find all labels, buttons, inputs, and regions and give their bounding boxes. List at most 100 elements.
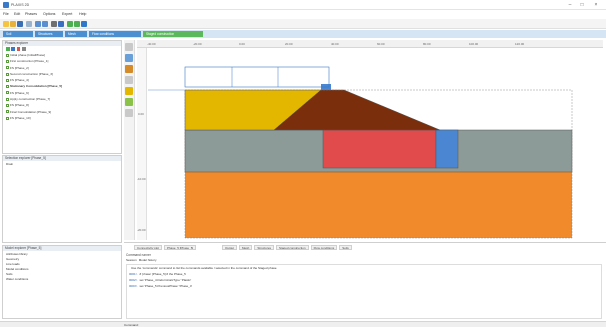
status-text: Command: bbox=[124, 323, 139, 327]
ruler-x-tick: 60.00 bbox=[377, 42, 385, 46]
redo-icon[interactable] bbox=[42, 21, 48, 27]
command-text: set 'Phase_4.DeformCalcType' 'Plastic' bbox=[139, 278, 192, 282]
phase-row[interactable]: FS [Phase_10] bbox=[6, 115, 121, 121]
minimize-button[interactable]: – bbox=[566, 2, 574, 8]
phase-status-icon bbox=[6, 85, 9, 89]
ruler-x-tick: 20.00 bbox=[285, 42, 293, 46]
tab-structures[interactable]: Structures bbox=[35, 31, 63, 37]
phase-status-icon bbox=[6, 59, 9, 63]
model-canvas[interactable] bbox=[148, 48, 603, 240]
select-icon[interactable] bbox=[51, 21, 57, 27]
command-prompt: 0002> bbox=[129, 278, 138, 282]
tool-flow-conditions[interactable]: Flow conditions bbox=[310, 245, 338, 250]
calculate-icon[interactable] bbox=[67, 21, 73, 27]
tab-mesh[interactable]: Mesh bbox=[65, 31, 87, 37]
mode-tabs: Soil Structures Mesh Flow conditions Sta… bbox=[0, 30, 606, 38]
close-button[interactable]: × bbox=[592, 2, 600, 8]
menu-options[interactable]: Options bbox=[43, 12, 55, 16]
soil-soft-zone[interactable] bbox=[322, 129, 437, 169]
save-project-icon[interactable] bbox=[17, 21, 23, 27]
phase-label: Apply construction [Phase_7] bbox=[10, 97, 51, 102]
add-phase-icon[interactable] bbox=[6, 47, 10, 51]
tool-output[interactable]: Output bbox=[222, 245, 238, 250]
ruler-x-tick: 100.00 bbox=[469, 42, 479, 46]
view-tool-icon[interactable] bbox=[125, 54, 133, 62]
phase-status-icon bbox=[6, 104, 9, 108]
command-prompt: 0001> bbox=[129, 272, 138, 276]
line-tool-icon[interactable] bbox=[125, 76, 133, 84]
selection-tool-icon[interactable] bbox=[125, 43, 133, 51]
phase-status-icon bbox=[6, 66, 9, 70]
menu-phases[interactable]: Phases bbox=[25, 12, 37, 16]
model-tree: Attributes library Geometry Line loads Mode… bbox=[3, 251, 121, 283]
tool-structures[interactable]: Structures bbox=[254, 245, 275, 250]
open-project-icon[interactable] bbox=[10, 21, 16, 27]
tab-model-history[interactable]: Model history bbox=[139, 258, 157, 262]
ruler-x-tick: 80.00 bbox=[423, 42, 431, 46]
load-tool-icon[interactable] bbox=[125, 87, 133, 95]
tab-flow-conditions[interactable]: Flow conditions bbox=[89, 31, 141, 37]
water-level-icon[interactable] bbox=[125, 65, 133, 73]
command-runner-title: Command runner bbox=[126, 253, 151, 257]
bottom-pane: Connectivity plot Phase_5 [Phase_5] Outp… bbox=[124, 242, 606, 321]
phase-status-icon bbox=[6, 72, 9, 76]
side-toolstrip bbox=[124, 40, 135, 240]
ruler-y-tick: 0.00 bbox=[138, 112, 144, 116]
tab-session[interactable]: Session bbox=[126, 258, 137, 262]
menu-help[interactable]: Help bbox=[79, 12, 86, 16]
selection-explorer-panel: Selection explorer [Phase_5] Drain bbox=[2, 155, 122, 243]
drain-column[interactable] bbox=[435, 129, 459, 169]
menu-file[interactable]: File bbox=[3, 12, 9, 16]
model-tree-item[interactable]: Water conditions bbox=[6, 277, 118, 282]
tool-mesh[interactable]: Mesh bbox=[239, 245, 253, 250]
phase-status-icon bbox=[6, 53, 9, 57]
window-title: PLAXIS 2D bbox=[11, 3, 30, 7]
command-prompt: 0003> bbox=[129, 284, 138, 288]
tool-soils[interactable]: Soils bbox=[339, 245, 352, 250]
status-bar: Command: bbox=[0, 321, 606, 327]
insert-phase-icon[interactable] bbox=[11, 47, 15, 51]
drain-tool-icon[interactable] bbox=[125, 98, 133, 106]
phase-status-icon bbox=[6, 116, 9, 120]
model-explorer-panel: Model explorer [Phase_5] Attributes libr… bbox=[2, 245, 122, 319]
maximize-button[interactable]: □ bbox=[578, 2, 586, 8]
soil-base-layer[interactable] bbox=[185, 172, 572, 238]
phase-status-icon bbox=[6, 97, 9, 101]
view-tabs: Connectivity plot Phase_5 [Phase_5] bbox=[134, 245, 197, 250]
phase-label: FS [Phase_8] bbox=[10, 103, 29, 108]
print-icon[interactable] bbox=[26, 21, 32, 27]
new-project-icon[interactable] bbox=[3, 21, 9, 27]
preview-icon[interactable] bbox=[74, 21, 80, 27]
command-text: set 'Phase_5.PreviousPhase' 'Phase_4' bbox=[139, 284, 193, 288]
tab-connectivity-plot[interactable]: Connectivity plot bbox=[134, 245, 163, 250]
phase-label: Initial phase [InitialPhase] bbox=[10, 53, 46, 57]
ruler-x-tick: -40.00 bbox=[147, 42, 156, 46]
phase-list: Initial phase [InitialPhase] First constr… bbox=[3, 52, 121, 121]
selection-item[interactable]: Drain bbox=[3, 161, 121, 167]
phase-label: Final Consolidation [Phase_9] bbox=[10, 109, 52, 114]
tab-soil[interactable]: Soil bbox=[3, 31, 33, 37]
output-icon[interactable] bbox=[81, 21, 87, 27]
horizontal-ruler: -40.00 -20.00 0.00 20.00 40.00 60.00 80.00 100.… bbox=[137, 40, 603, 48]
command-text: # 'phase' [Phase_5] # the Phase_5 bbox=[139, 272, 186, 276]
menu-expert[interactable]: Expert bbox=[62, 12, 72, 16]
tab-staged-construction[interactable]: Staged construction bbox=[143, 31, 203, 37]
menu-edit[interactable]: Edit bbox=[14, 12, 20, 16]
ruler-x-tick: -20.00 bbox=[193, 42, 202, 46]
tab-phase-view[interactable]: Phase_5 [Phase_5] bbox=[164, 245, 197, 250]
undo-icon[interactable] bbox=[35, 21, 41, 27]
vertical-ruler: 0.00 -10.00 -20.00 bbox=[137, 48, 147, 240]
ruler-x-tick: 120.00 bbox=[515, 42, 525, 46]
tool-staged-construction[interactable]: Staged construction bbox=[276, 245, 309, 250]
phase-label: FS [Phase_2] bbox=[10, 65, 29, 70]
zoom-icon[interactable] bbox=[58, 21, 64, 27]
edit-phase-icon[interactable] bbox=[22, 47, 26, 51]
phase-label: Stationary Consolidation [Phase_5] bbox=[10, 84, 63, 89]
command-log-line: 0003> set 'Phase_5.PreviousPhase' 'Phase_… bbox=[129, 284, 599, 290]
menu-bar: File Edit Phases Options Expert Help bbox=[0, 11, 606, 19]
dimension-tool-icon[interactable] bbox=[125, 109, 133, 117]
session-tabs: Session Model history bbox=[126, 258, 157, 262]
delete-phase-icon[interactable] bbox=[16, 47, 21, 51]
phase-label: First construction [Phase_1] bbox=[10, 59, 49, 64]
phase-status-icon bbox=[6, 78, 9, 82]
